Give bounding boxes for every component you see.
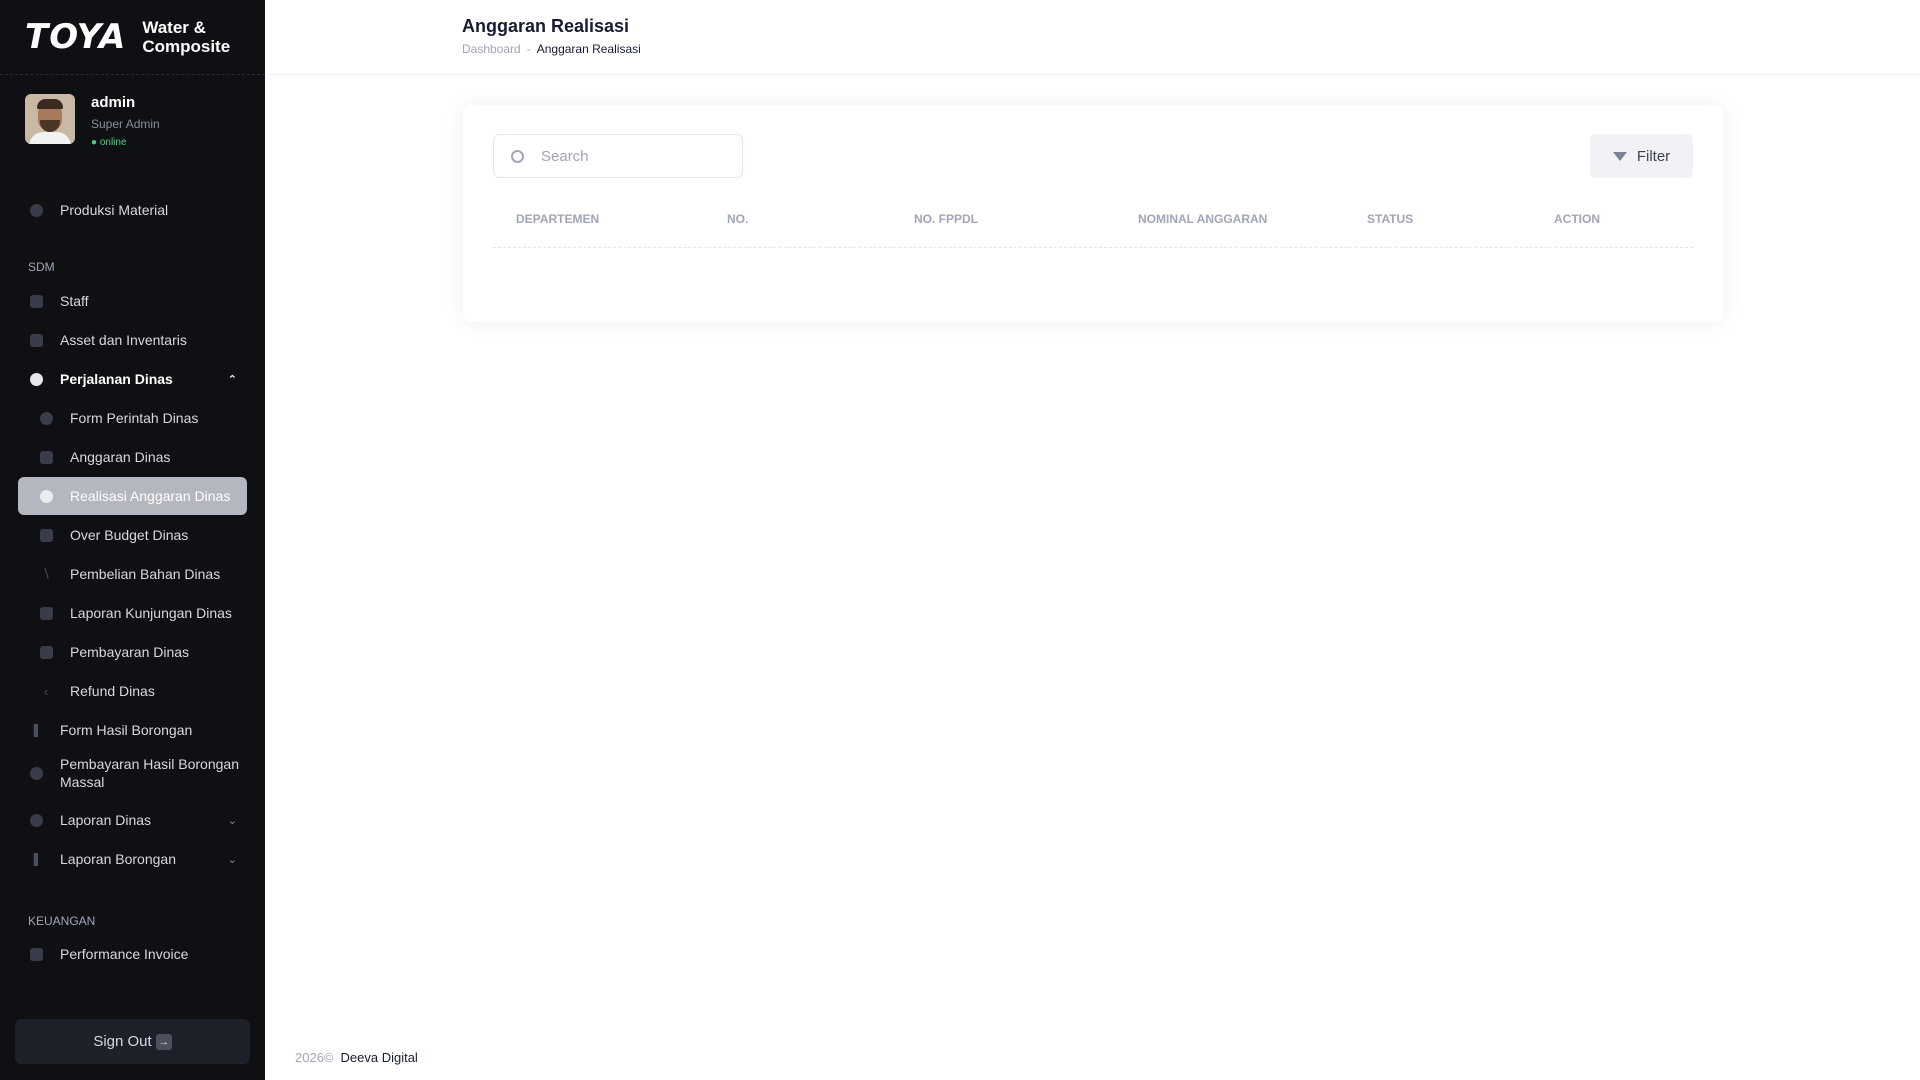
column-header-status[interactable]: STATUS	[1367, 212, 1413, 226]
sidebar-item-label: Asset dan Inventaris	[60, 332, 187, 348]
breadcrumb-separator: -	[526, 42, 531, 56]
edit-icon	[38, 605, 54, 621]
breadcrumb-current: Anggaran Realisasi	[536, 42, 641, 56]
sidebar-item-label: Realisasi Anggaran Dinas	[70, 488, 231, 504]
arrow-left-icon: ‹	[43, 683, 49, 699]
sidebar-item-laporan-borongan[interactable]: ❚ Laporan Borongan ⌄	[18, 840, 247, 878]
user-profile[interactable]: admin Super Admin ● online	[25, 94, 160, 148]
sidebar-item-label: Pembayaran Dinas	[70, 644, 190, 660]
sidebar-item-form-hasil-borongan[interactable]: ❚ Form Hasil Borongan	[18, 711, 247, 749]
wallet-icon	[38, 488, 54, 504]
user-role: Super Admin	[91, 117, 160, 131]
sidebar-item-label: Form Perintah Dinas	[70, 410, 199, 426]
invoice-icon	[28, 946, 44, 962]
sidebar-item-over-budget-dinas[interactable]: Over Budget Dinas	[18, 516, 247, 554]
bar-chart-icon: ❚	[30, 722, 42, 737]
sidebar-item-pembayaran-hasil-borongan-massal[interactable]: Pembayaran Hasil Borongan Massal	[18, 750, 247, 796]
section-sdm: SDM	[28, 260, 55, 274]
column-header-no-fppdl[interactable]: NO. FPPDL	[914, 212, 978, 226]
sidebar-item-label: Performance Invoice	[60, 946, 189, 962]
sidebar-item-pembayaran-dinas[interactable]: Pembayaran Dinas	[18, 633, 247, 671]
sidebar-item-label: Pembelian Bahan Dinas	[70, 566, 221, 582]
bar-chart-icon: ❚	[30, 851, 42, 866]
column-header-nominal-anggaran[interactable]: NOMINAL ANGGARAN	[1138, 212, 1267, 226]
sidebar-item-label: Over Budget Dinas	[70, 527, 189, 543]
layers-icon	[28, 332, 44, 348]
brand[interactable]: TOYA Water & Composite	[0, 0, 265, 75]
filter-button[interactable]: Filter	[1590, 134, 1693, 178]
sidebar-item-label: Produksi Material	[60, 202, 169, 218]
sidebar-item-label: Anggaran Dinas	[70, 449, 171, 465]
sidebar-item-perjalanan-dinas[interactable]: Perjalanan Dinas ⌃	[18, 360, 247, 398]
sidebar-item-asset-dan-inventaris[interactable]: Asset dan Inventaris	[18, 321, 247, 359]
breadcrumb-dashboard[interactable]: Dashboard	[462, 42, 521, 56]
footer-company-link[interactable]: Deeva Digital	[341, 1050, 418, 1065]
user-status: ● online	[91, 137, 127, 148]
user-icon	[28, 293, 44, 309]
sidebar-item-label: Refund Dinas	[70, 683, 155, 699]
footer: 2026© Deeva Digital	[295, 1050, 418, 1065]
chevron-down-icon: ⌄	[227, 814, 237, 827]
breadcrumb: Dashboard - Anggaran Realisasi	[462, 42, 641, 56]
user-name: admin	[91, 94, 136, 111]
page-title: Anggaran Realisasi	[462, 16, 630, 36]
sidebar-item-realisasi-anggaran-dinas[interactable]: Realisasi Anggaran Dinas	[18, 477, 247, 515]
sidebar-item-laporan-dinas[interactable]: Laporan Dinas ⌄	[18, 801, 247, 839]
page-header: Anggaran Realisasi Dashboard - Anggaran …	[265, 0, 1920, 75]
filter-label: Filter	[1636, 147, 1671, 165]
sidebar-item-staff[interactable]: Staff	[18, 282, 247, 320]
dollar-icon	[28, 765, 44, 781]
sign-out-icon: →	[155, 1033, 172, 1050]
payment-icon	[38, 644, 54, 660]
column-header-action: ACTION	[1554, 212, 1600, 226]
calendar-icon	[38, 449, 54, 465]
data-card: Filter DEPARTEMEN NO. NO. FPPDL NOMINAL …	[463, 105, 1723, 322]
chart-icon	[38, 527, 54, 543]
sidebar-item-produksi-material[interactable]: Produksi Material	[18, 191, 247, 229]
section-keuangan: KEUANGAN	[28, 914, 96, 928]
search-input[interactable]	[541, 147, 731, 165]
sign-out-label: Sign Out	[93, 1033, 152, 1050]
briefcase-icon	[28, 812, 44, 828]
table-header: DEPARTEMEN NO. NO. FPPDL NOMINAL ANGGARA…	[493, 210, 1693, 248]
sidebar-item-label: Perjalanan Dinas	[60, 371, 173, 387]
column-header-no[interactable]: NO.	[727, 212, 748, 226]
search-box[interactable]	[493, 134, 743, 178]
sidebar-item-anggaran-dinas[interactable]: Anggaran Dinas	[18, 438, 247, 476]
avatar	[25, 94, 75, 144]
brand-logo: TOYA	[25, 17, 127, 57]
sidebar-item-label: Laporan Kunjungan Dinas	[70, 605, 232, 621]
tools-icon: ∖	[41, 566, 51, 581]
sidebar: TOYA Water & Composite admin Super Admin…	[0, 0, 265, 1080]
sidebar-item-pembelian-bahan-dinas[interactable]: ∖ Pembelian Bahan Dinas	[18, 555, 247, 593]
sidebar-item-label: Pembayaran Hasil Borongan Massal	[60, 756, 239, 790]
brand-subtitle-line1: Water &	[142, 18, 206, 37]
sidebar-item-label: Laporan Borongan	[60, 851, 176, 867]
sidebar-item-performance-invoice[interactable]: Performance Invoice	[18, 935, 247, 973]
sidebar-item-refund-dinas[interactable]: ‹ Refund Dinas	[18, 672, 247, 710]
sidebar-item-label: Staff	[60, 293, 89, 309]
sidebar-item-form-perintah-dinas[interactable]: Form Perintah Dinas	[18, 399, 247, 437]
filter-icon	[1612, 151, 1627, 161]
sign-out-button[interactable]: Sign Out →	[15, 1019, 250, 1064]
sidebar-item-label: Laporan Dinas	[60, 812, 152, 828]
search-icon	[511, 149, 524, 163]
brand-subtitle: Water & Composite	[142, 18, 230, 56]
briefcase-icon	[28, 371, 44, 387]
footer-year: 2026©	[295, 1050, 334, 1065]
sidebar-item-label: Form Hasil Borongan	[60, 722, 193, 738]
column-header-departemen[interactable]: DEPARTEMEN	[516, 212, 599, 226]
brand-subtitle-line2: Composite	[142, 37, 231, 56]
chevron-down-icon: ⌄	[227, 853, 237, 866]
circle-icon	[28, 202, 44, 218]
chevron-up-icon: ⌃	[227, 373, 237, 386]
sidebar-item-laporan-kunjungan-dinas[interactable]: Laporan Kunjungan Dinas	[18, 594, 247, 632]
form-icon	[38, 410, 54, 426]
